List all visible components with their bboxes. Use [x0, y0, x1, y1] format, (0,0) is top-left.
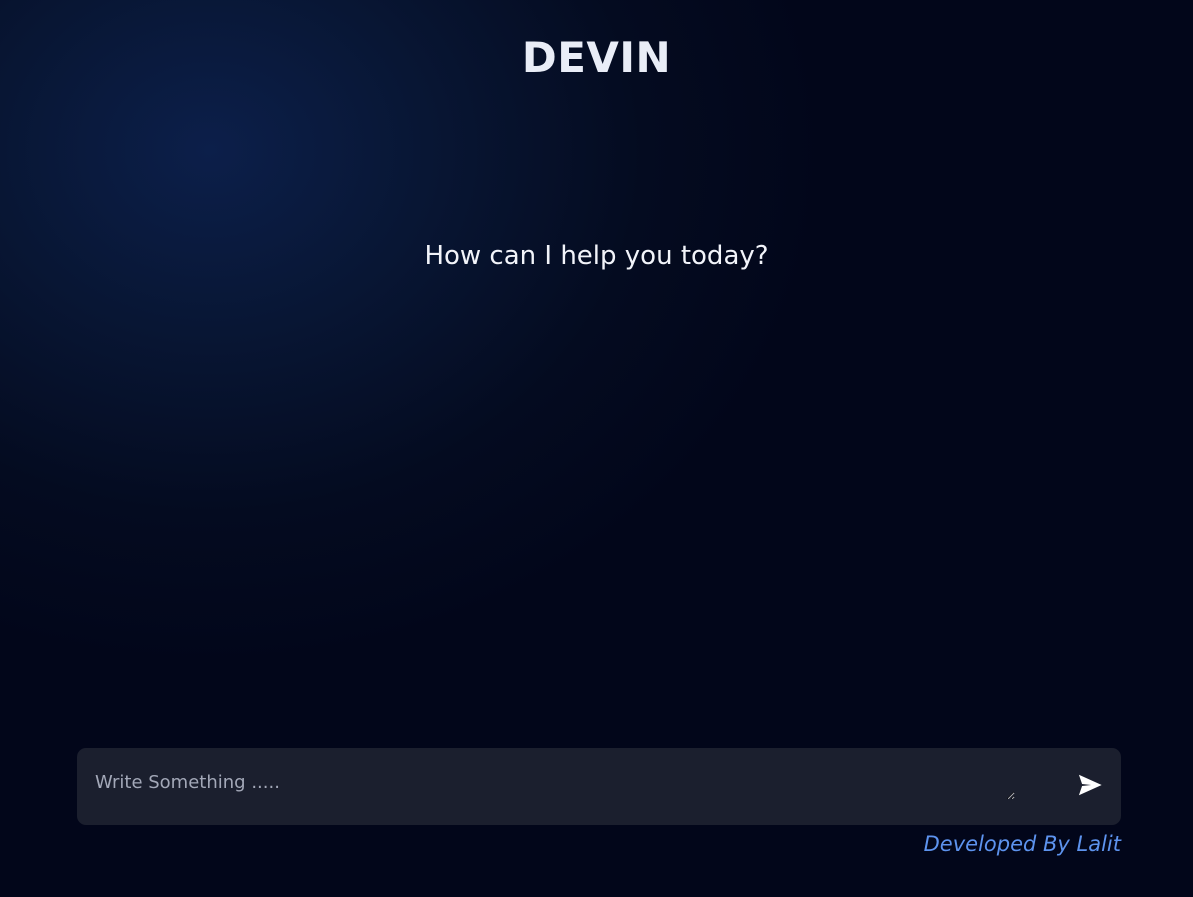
send-icon [1078, 774, 1102, 796]
message-input[interactable] [95, 770, 1015, 800]
developer-credit: Developed By Lalit [923, 832, 1121, 856]
send-button[interactable] [1071, 766, 1109, 804]
message-composer [77, 748, 1121, 825]
app-title: DEVIN [521, 33, 672, 82]
greeting-message: How can I help you today? [424, 241, 769, 271]
